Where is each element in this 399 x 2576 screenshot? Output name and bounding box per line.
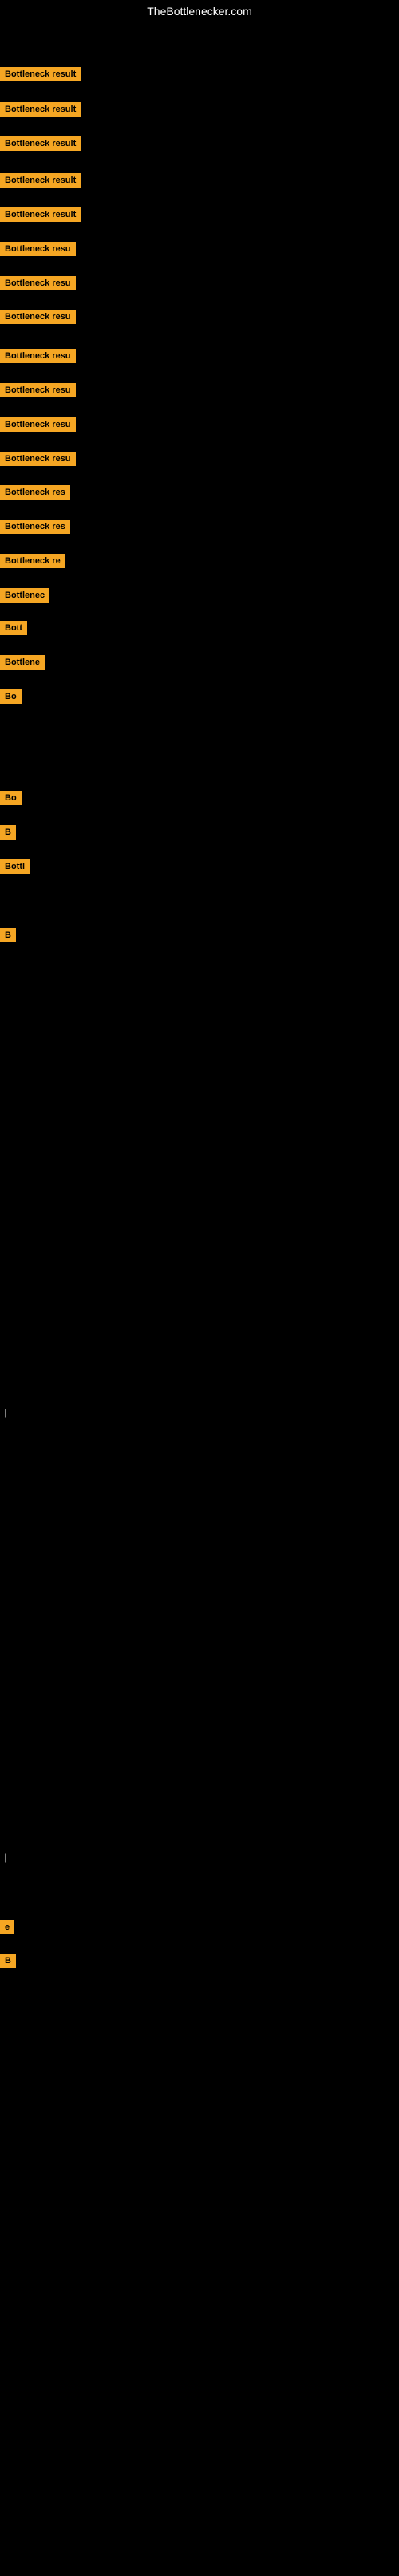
site-title: TheBottlenecker.com (0, 0, 399, 22)
bottleneck-badge: Bottleneck resu (0, 417, 76, 436)
bottleneck-badge: B (0, 825, 16, 844)
bottleneck-badge: e (0, 1920, 14, 1938)
bottleneck-badge: Bottlenec (0, 588, 49, 606)
bottleneck-badge: Bottlene (0, 655, 45, 674)
bottleneck-badge: B (0, 1954, 16, 1972)
bottleneck-badge: Bottl (0, 859, 30, 878)
bottleneck-badge: Bottleneck resu (0, 242, 76, 260)
vertical-indicator: | (4, 1407, 6, 1418)
bottleneck-badge: Bottleneck result (0, 136, 81, 155)
bottleneck-badge: Bottleneck resu (0, 349, 76, 367)
bottleneck-badge: Bott (0, 621, 27, 639)
bottleneck-badge: Bottleneck result (0, 207, 81, 226)
bottleneck-badge: Bottleneck result (0, 67, 81, 85)
bottleneck-badge: Bottleneck resu (0, 276, 76, 294)
bottleneck-badge: Bottleneck re (0, 554, 65, 572)
bottleneck-badge: Bottleneck res (0, 485, 70, 504)
bottleneck-badge: Bottleneck result (0, 102, 81, 121)
bottleneck-badge: Bo (0, 689, 22, 708)
bottleneck-badge: Bottleneck result (0, 173, 81, 192)
bottleneck-badge: Bottleneck resu (0, 452, 76, 470)
bottleneck-badge: Bottleneck resu (0, 383, 76, 401)
bottleneck-badge: Bottleneck resu (0, 310, 76, 328)
vertical-indicator: | (4, 1851, 6, 1863)
bottleneck-badge: B (0, 928, 16, 946)
bottleneck-badge: Bottleneck res (0, 520, 70, 538)
bottleneck-badge: Bo (0, 791, 22, 809)
